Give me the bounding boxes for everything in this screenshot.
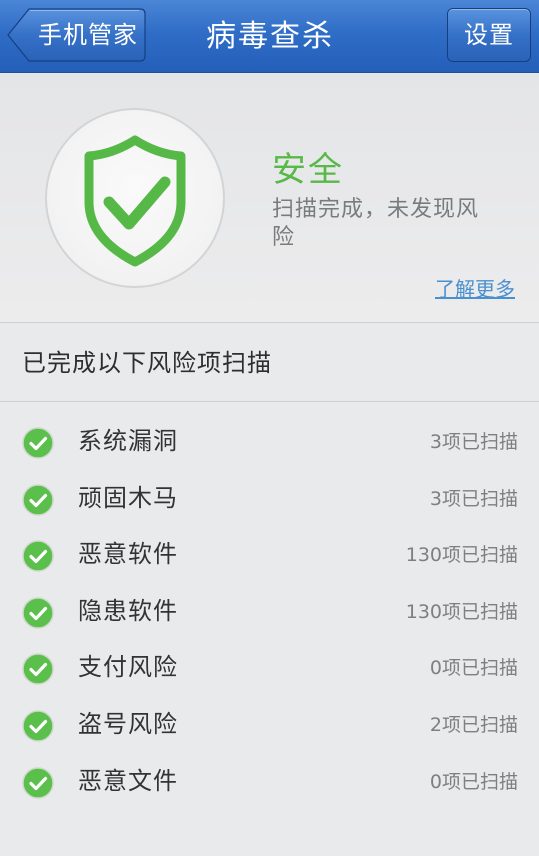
list-item: 恶意文件 0项已扫描 <box>0 754 539 811</box>
list-item: 恶意软件 130项已扫描 <box>0 527 539 584</box>
back-button-label: 手机管家 <box>38 21 138 49</box>
scan-item-label: 盗号风险 <box>78 709 178 738</box>
list-item: 隐患软件 130项已扫描 <box>0 584 539 641</box>
check-circle-icon <box>22 427 54 459</box>
divider <box>0 401 539 402</box>
scan-item-count: 130项已扫描 <box>405 544 518 567</box>
back-button[interactable]: 手机管家 <box>7 8 146 62</box>
status-title: 安全 <box>272 150 344 190</box>
top-bar: 手机管家 病毒查杀 设置 <box>0 0 539 73</box>
check-circle-icon <box>22 483 54 516</box>
check-circle-icon <box>22 540 54 572</box>
scan-item-count: 130项已扫描 <box>405 600 518 623</box>
settings-button[interactable]: 设置 <box>447 8 531 62</box>
scan-item-count: 0项已扫描 <box>429 770 518 793</box>
learn-more-link[interactable]: 了解更多 <box>435 276 515 302</box>
section-title: 已完成以下风险项扫描 <box>22 349 272 377</box>
scan-item-label: 隐患软件 <box>78 596 178 625</box>
list-item: 系统漏洞 3项已扫描 <box>0 414 539 471</box>
scan-item-label: 顽固木马 <box>78 483 178 512</box>
page-title: 病毒查杀 <box>206 19 334 54</box>
scan-item-label: 系统漏洞 <box>78 427 178 455</box>
status-description: 扫描完成，未发现风险 <box>272 197 480 250</box>
scan-item-count: 2项已扫描 <box>429 713 518 736</box>
scan-item-label: 恶意文件 <box>78 766 178 795</box>
scan-item-label: 支付风险 <box>78 653 178 682</box>
list-item: 盗号风险 2项已扫描 <box>0 697 539 754</box>
list-item: 支付风险 0项已扫描 <box>0 640 539 697</box>
shield-check-icon <box>45 108 225 288</box>
scan-item-count: 0项已扫描 <box>429 657 518 680</box>
check-circle-icon <box>22 597 54 629</box>
list-item: 顽固木马 3项已扫描 <box>0 471 539 528</box>
divider <box>0 322 539 323</box>
check-circle-icon <box>22 653 54 686</box>
scan-result-panel: 安全 扫描完成，未发现风险 了解更多 <box>0 74 539 322</box>
check-circle-icon <box>22 766 54 799</box>
scan-item-count: 3项已扫描 <box>429 431 518 453</box>
scan-item-count: 3项已扫描 <box>429 487 518 510</box>
check-circle-icon <box>22 710 54 742</box>
scan-item-label: 恶意软件 <box>78 540 178 569</box>
scan-item-list: 系统漏洞 3项已扫描 顽固木马 3项已扫描 恶意软件 130项已扫描 隐患软件 … <box>0 414 539 810</box>
